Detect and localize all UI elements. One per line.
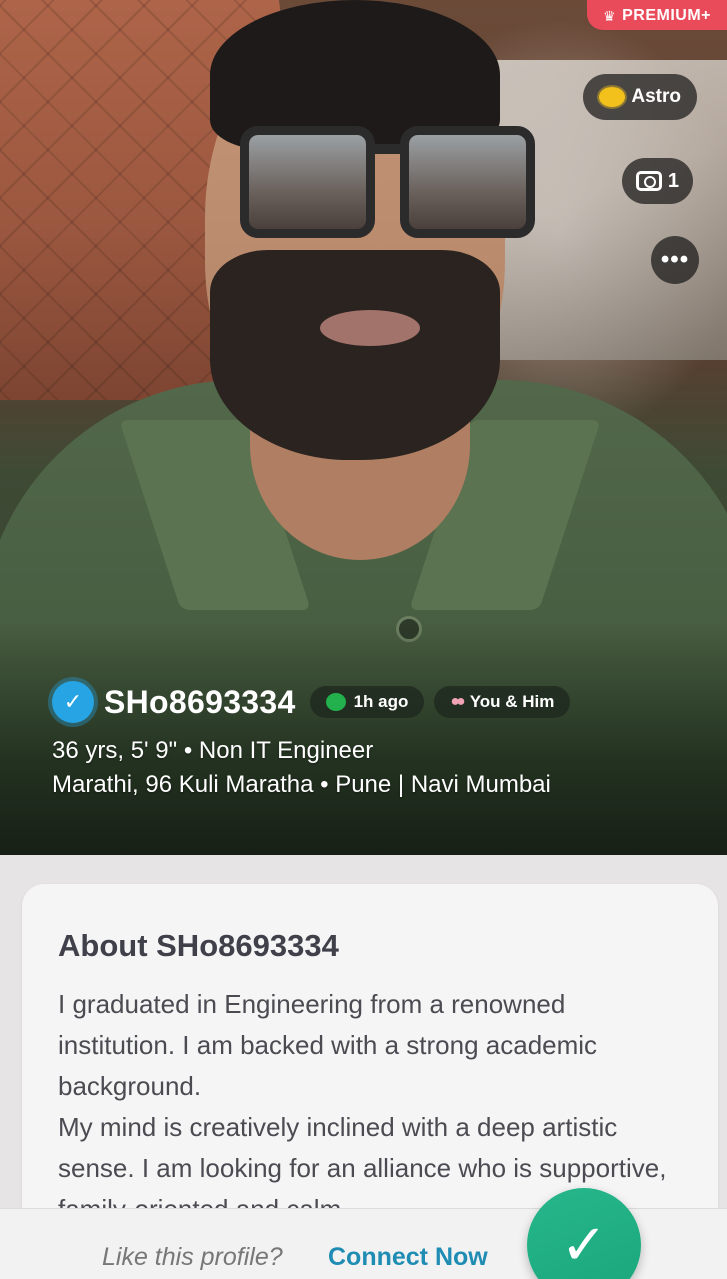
profile-details-line1: 36 yrs, 5' 9" • Non IT Engineer [52,737,374,764]
profile-info: ✓ SHo8693334 1h ago ●● You & Him 36 yrs,… [52,680,712,799]
name-row: ✓ SHo8693334 1h ago ●● You & Him [52,680,712,724]
astro-label: Astro [631,86,681,107]
about-paragraph: I graduated in Engineering from a renown… [58,989,598,1101]
astro-button[interactable]: Astro [583,74,697,120]
checkmark-icon: ✓ [560,1213,608,1276]
chat-icon [325,693,346,711]
about-title: About SHo8693334 [58,928,339,963]
cta-prompt: Like this profile? [102,1243,283,1271]
premium-badge[interactable]: ♛ PREMIUM+ [587,0,727,30]
last-active-badge: 1h ago [309,686,425,718]
photo-lips [320,310,420,346]
match-label: You & Him [469,692,555,711]
photo-count-button[interactable]: 1 [621,158,693,204]
profile-details-line2: Marathi, 96 Kuli Maratha • Pune | Navi M… [52,771,551,799]
match-badge[interactable]: ●● You & Him [434,686,571,718]
more-icon: ••• [660,246,690,273]
premium-label: PREMIUM+ [622,7,711,24]
profile-username: SHo8693334 [104,683,296,720]
about-card: About SHo8693334 I graduated in Engineer… [22,884,718,1244]
more-options-button[interactable]: ••• [651,236,699,284]
connect-now-link[interactable]: Connect Now [328,1243,488,1272]
photo-sunglasses [240,126,535,246]
camera-icon [635,171,662,191]
crown-icon: ♛ [603,7,617,24]
photo-beard [210,250,500,460]
people-icon: ●● [450,693,465,710]
last-active-label: 1h ago [353,692,409,711]
verified-icon: ✓ [52,681,94,723]
planet-icon [599,87,626,107]
photo-count: 1 [667,169,679,192]
